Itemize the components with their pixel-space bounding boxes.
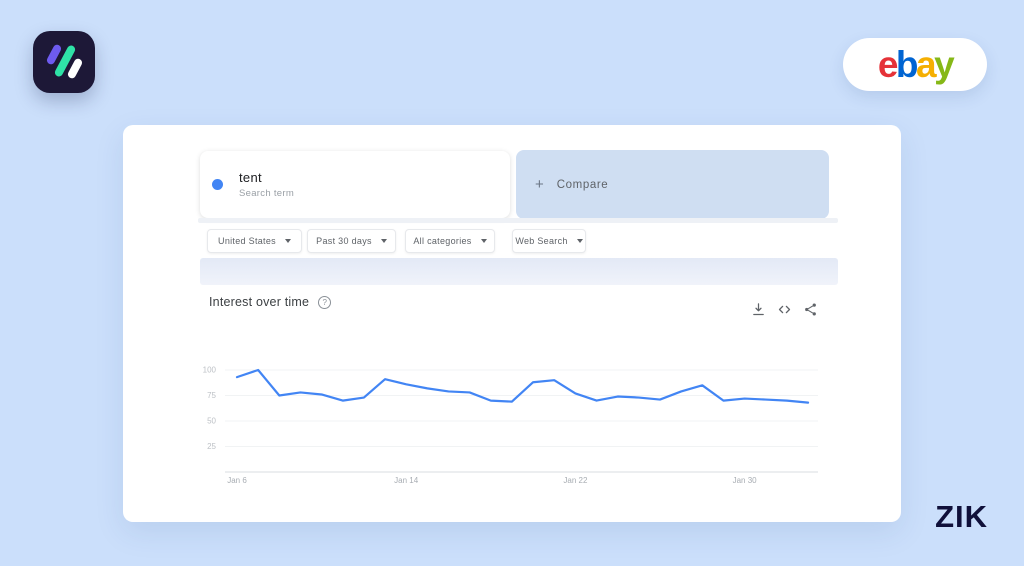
svg-text:Jan 30: Jan 30	[733, 476, 758, 485]
filter-time-label: Past 30 days	[316, 236, 372, 246]
compare-button[interactable]: + Compare	[516, 150, 829, 219]
svg-text:Jan 14: Jan 14	[394, 476, 419, 485]
section-header: Interest over time ?	[209, 295, 331, 309]
share-icon	[803, 302, 818, 317]
row-divider-strip	[198, 218, 838, 223]
trends-card: tent Search term + Compare United States…	[123, 125, 901, 522]
search-term-sublabel: Search term	[239, 188, 294, 199]
filter-region-label: United States	[218, 236, 276, 246]
page-background: ebay tent Search term + Compare United S…	[0, 0, 1024, 566]
search-term-label: tent	[239, 170, 294, 185]
embed-icon	[777, 302, 792, 317]
interest-over-time-chart[interactable]: 100 75 50 25 Jan 6 Jan 14 Jan 22 Jan 30	[190, 360, 890, 490]
ebay-letter-a: a	[916, 46, 934, 83]
filter-category-dropdown[interactable]: All categories	[405, 229, 495, 253]
ebay-letter-b: b	[896, 46, 916, 83]
ebay-logo: ebay	[843, 38, 987, 91]
filter-category-label: All categories	[413, 236, 471, 246]
search-term-card[interactable]: tent Search term	[200, 151, 510, 218]
chevron-down-icon	[285, 239, 291, 243]
line-chart-canvas[interactable]: 100 75 50 25 Jan 6 Jan 14 Jan 22 Jan 30	[190, 360, 890, 490]
filters-bar: United States Past 30 days All categorie…	[207, 229, 586, 253]
filter-region-dropdown[interactable]: United States	[207, 229, 302, 253]
zik-wordmark: ZIK	[935, 499, 988, 535]
svg-text:75: 75	[207, 391, 216, 400]
chevron-down-icon	[481, 239, 487, 243]
faded-content-strip	[200, 258, 838, 285]
filter-time-dropdown[interactable]: Past 30 days	[307, 229, 396, 253]
filter-search-type-label: Web Search	[515, 236, 567, 246]
help-icon[interactable]: ?	[318, 296, 331, 309]
section-title: Interest over time	[209, 295, 309, 309]
chart-toolbar	[750, 301, 818, 317]
zik-logo	[33, 31, 95, 93]
plus-icon: +	[535, 176, 544, 193]
svg-text:25: 25	[207, 442, 216, 451]
svg-text:Jan 22: Jan 22	[563, 476, 588, 485]
embed-button[interactable]	[776, 301, 792, 317]
ebay-letter-e: e	[878, 46, 896, 83]
ebay-letter-y: y	[934, 46, 952, 83]
download-icon	[751, 302, 766, 317]
chevron-down-icon	[381, 239, 387, 243]
download-button[interactable]	[750, 301, 766, 317]
svg-text:100: 100	[203, 366, 217, 375]
series-color-dot	[212, 179, 223, 190]
share-button[interactable]	[802, 301, 818, 317]
svg-text:50: 50	[207, 417, 216, 426]
chevron-down-icon	[577, 239, 583, 243]
compare-label: Compare	[557, 179, 609, 191]
svg-text:Jan 6: Jan 6	[227, 476, 247, 485]
filter-search-type-dropdown[interactable]: Web Search	[512, 229, 586, 253]
